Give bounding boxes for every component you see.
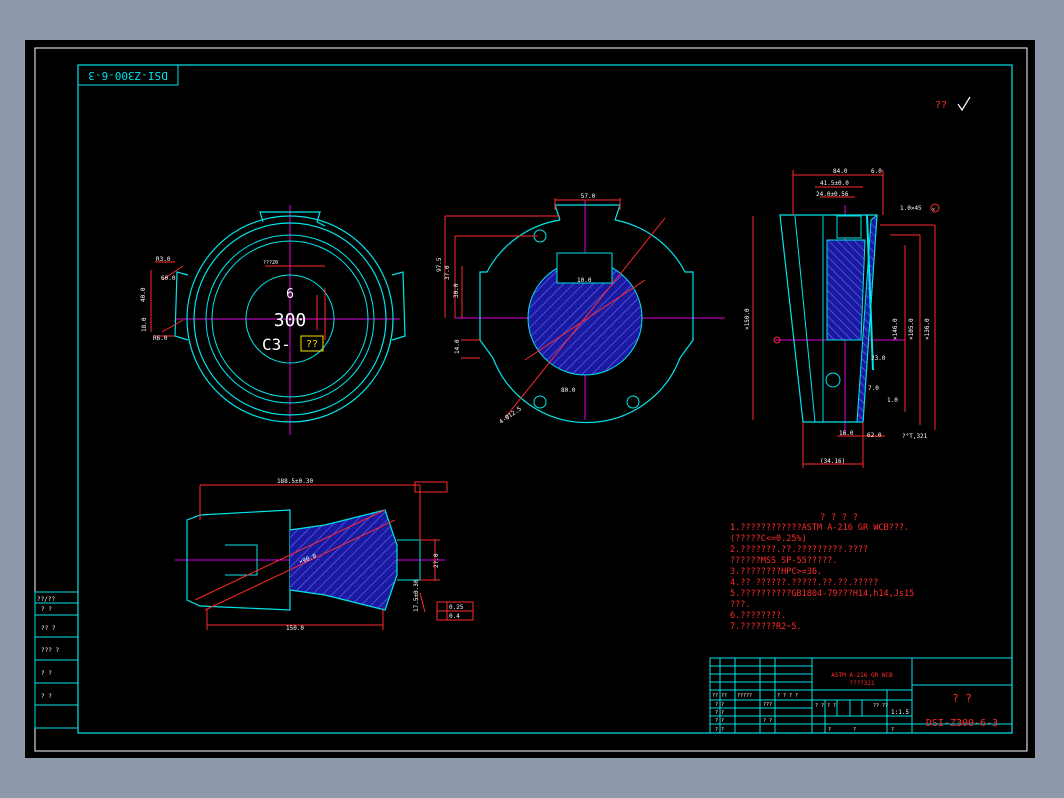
title-cell: ?? ?? bbox=[873, 703, 888, 709]
section-dim: 30.0 bbox=[453, 283, 460, 298]
section-dim: 37.0 bbox=[444, 265, 451, 280]
title-cell: ? ? ? ? bbox=[815, 703, 836, 709]
front-dim: 40.0 bbox=[140, 287, 147, 302]
title-cell: ? bbox=[891, 727, 894, 733]
front-dim: R6.0 bbox=[153, 335, 168, 342]
bottom-dim: 17.5±0.30 bbox=[413, 579, 420, 612]
left-strip: ??/?? ? ? ?? ? ??? ? ? ? ? ? bbox=[34, 591, 79, 729]
left-strip-label: ??/?? bbox=[37, 596, 55, 603]
side-view: 84.0 41.5±0.0 24.0±0.56 6.0 1.0×45 × ×14… bbox=[744, 168, 940, 468]
title-cell: ??? bbox=[763, 702, 772, 708]
front-dim: ???20 bbox=[263, 260, 278, 266]
note-line: 6.????????. bbox=[730, 611, 786, 621]
bottom-dim: 2?.0 bbox=[433, 553, 440, 568]
title-material-1: ASTM A-216 GR WCB bbox=[831, 672, 893, 679]
title-scale: 1:1.5 bbox=[891, 709, 909, 716]
check-mark-label: ?? bbox=[935, 100, 947, 111]
note-line: ???. bbox=[730, 600, 750, 610]
note-line: 1.????????????ASTM A-216 GR WCB???. bbox=[730, 523, 909, 533]
title-cell: ? bbox=[853, 727, 856, 733]
title-cell: ? bbox=[828, 727, 831, 733]
section-dim: 14.0 bbox=[454, 339, 461, 354]
side-dim: 1.0 bbox=[887, 397, 898, 404]
side-dim: 1.0×45 bbox=[900, 205, 922, 212]
title-cell: ? ? bbox=[763, 718, 772, 724]
side-dim: (34.16) bbox=[820, 458, 845, 465]
side-dim: ×146.0 bbox=[892, 318, 899, 340]
left-strip-label: ? ? bbox=[41, 670, 52, 677]
side-dim: 84.0 bbox=[833, 168, 848, 175]
title-cell: ? ? bbox=[715, 710, 724, 716]
cad-drawing: DSI-Z300-6-3 ?? ??/?? ? ? ?? ? ??? ? ? ?… bbox=[34, 47, 1028, 752]
front-dim: 60.0 bbox=[161, 275, 176, 282]
front-mark-mid: 300 bbox=[274, 310, 307, 331]
top-code-text: DSI-Z300-6-3 bbox=[88, 69, 167, 82]
left-strip-label: ? ? bbox=[41, 606, 52, 613]
left-strip-label: ? ? bbox=[41, 693, 52, 700]
note-line: 4.?? ??????.?????.??.??.????? bbox=[730, 578, 878, 588]
note-line: 5.??????????GB1804-79???H14,h14,Js15 bbox=[730, 589, 914, 599]
section-dim: 10.0 bbox=[577, 277, 592, 284]
title-block: ASTM A-216 GR WCB ????321 ? ? DSI-Z300-6… bbox=[709, 657, 1013, 734]
front-mark-box-text: ?? bbox=[306, 339, 318, 350]
side-dim: 62.0 bbox=[867, 432, 882, 439]
notes-title: ? ? ? ? bbox=[820, 513, 858, 523]
title-cell: ? ? bbox=[715, 718, 724, 724]
title-drawing-number: DSI-Z300-6-3 bbox=[926, 718, 998, 729]
drawing-sheet: DSI-Z300-6-3 ?? ??/?? ? ? ?? ? ??? ? ? ?… bbox=[25, 40, 1035, 758]
note-line: (?????C<=0.25%) bbox=[730, 534, 807, 544]
side-dim: 23.0 bbox=[871, 355, 886, 362]
section-view: 57.0 10.0 30.0 37.0 97.5 14.0 80.0 4-Ø12… bbox=[436, 193, 725, 426]
technical-notes: ? ? ? ? 1.????????????ASTM A-216 GR WCB?… bbox=[730, 513, 914, 632]
bottom-view: 188.5±0.30 150.0 2?.0 17.5±0.30 ×90.0 0.… bbox=[175, 478, 474, 632]
check-mark-group: ?? bbox=[935, 96, 971, 112]
side-dim: 24.0±0.56 bbox=[816, 191, 849, 198]
side-dim: ?°T,321 bbox=[902, 433, 928, 440]
note-line: 3.????????HPC>=36. bbox=[730, 567, 822, 577]
side-dim: ×136.0 bbox=[924, 318, 931, 340]
left-strip-label: ?? ? bbox=[41, 625, 56, 632]
top-code-box: DSI-Z300-6-3 bbox=[77, 64, 179, 86]
title-cell: ? ? bbox=[715, 702, 724, 708]
title-cell: ? ? ? ? bbox=[777, 693, 798, 699]
front-mark-top: 6 bbox=[286, 287, 294, 302]
side-dim: × bbox=[932, 207, 935, 213]
title-cell: ????? bbox=[737, 693, 752, 699]
note-line: 2.???????.??.?????????.???? bbox=[730, 545, 868, 555]
side-dim: 7.0 bbox=[868, 385, 879, 392]
side-dim: ×150.0 bbox=[744, 308, 751, 330]
front-view: R3.0 R6.0 40.0 60.0 18.0 ???20 6 300 C3-… bbox=[140, 205, 406, 435]
bottom-dim: 0.4 bbox=[449, 613, 460, 620]
bottom-dim: 188.5±0.30 bbox=[277, 478, 314, 485]
front-dim: 18.0 bbox=[141, 317, 148, 332]
side-dim: 16.0 bbox=[839, 430, 854, 437]
section-dim: 4-Ø12.5 bbox=[498, 405, 523, 425]
note-line: 7.???????R2~5. bbox=[730, 622, 802, 632]
bottom-dim: 0.25 bbox=[449, 604, 464, 611]
check-mark-icon bbox=[957, 96, 971, 112]
front-dim: R3.0 bbox=[156, 256, 171, 263]
title-cell: ? ? bbox=[715, 727, 724, 733]
title-part-name: ? ? bbox=[952, 692, 972, 705]
section-dim: 97.5 bbox=[436, 257, 443, 272]
outer-border bbox=[34, 47, 1028, 752]
side-dim: ×105.0 bbox=[908, 318, 915, 340]
front-mark-bottom: C3- bbox=[262, 335, 291, 354]
left-strip-label: ??? ? bbox=[41, 647, 59, 654]
note-line: ??????MSS SP-55?????. bbox=[730, 556, 837, 566]
title-cell: ?? ?? bbox=[712, 693, 727, 699]
side-dim: 6.0 bbox=[871, 168, 882, 175]
section-dim: 57.0 bbox=[581, 193, 596, 200]
side-dim: 41.5±0.0 bbox=[820, 180, 849, 187]
title-material-2: ????321 bbox=[849, 680, 875, 687]
bottom-dim: 150.0 bbox=[286, 625, 304, 632]
section-dim: 80.0 bbox=[561, 387, 576, 394]
